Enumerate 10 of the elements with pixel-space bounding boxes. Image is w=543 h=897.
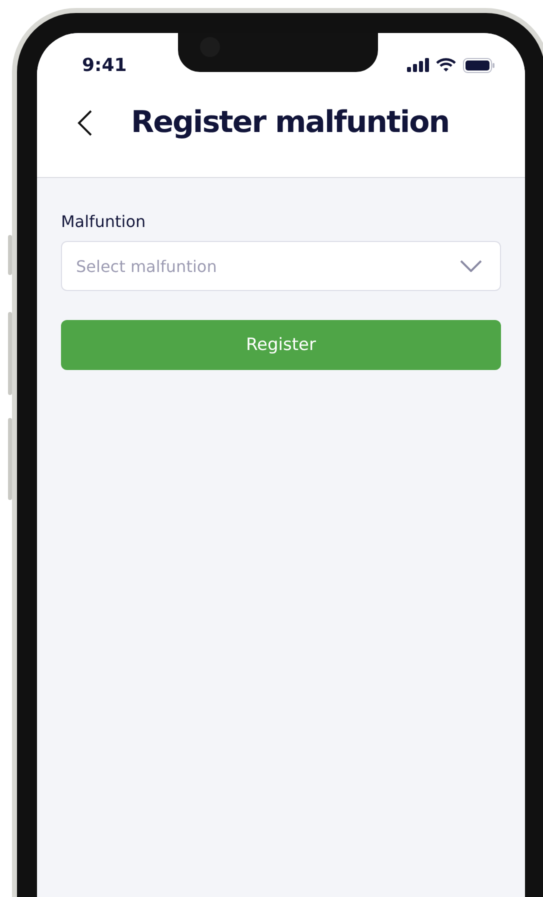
back-button[interactable] xyxy=(77,110,93,136)
signal-icon xyxy=(407,58,429,72)
status-time: 9:41 xyxy=(82,54,127,76)
field-label: Malfuntion xyxy=(61,212,147,231)
register-button[interactable]: Register xyxy=(61,320,501,370)
battery-icon xyxy=(463,58,495,72)
chevron-down-icon xyxy=(460,260,482,272)
malfunction-select[interactable]: Select malfuntion xyxy=(61,241,501,291)
page-title: Register malfuntion xyxy=(131,105,450,140)
wifi-icon xyxy=(436,58,456,72)
